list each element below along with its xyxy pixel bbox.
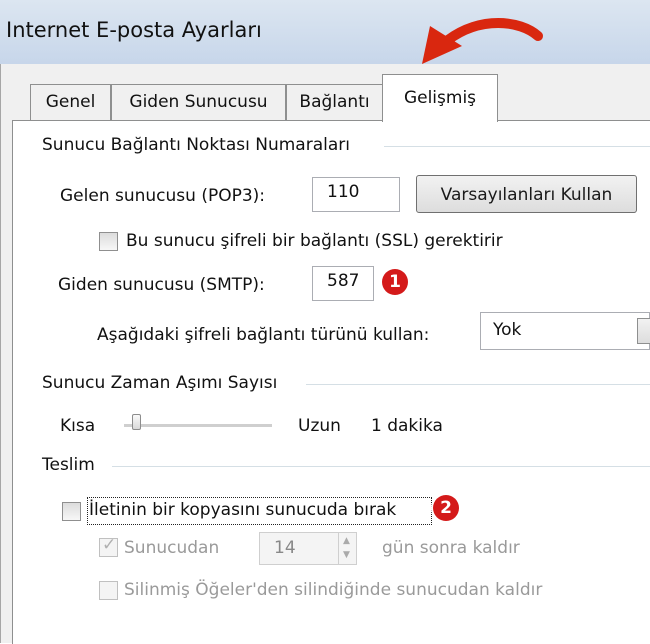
encryption-select[interactable]: Yok [480, 312, 650, 350]
remove-after-prefix: Sunucudan [124, 538, 220, 558]
pointer-arrow-icon [422, 18, 543, 64]
timeout-divider [306, 384, 650, 385]
tab-gelismis[interactable]: Gelişmiş [382, 74, 498, 122]
delivery-divider [112, 466, 650, 467]
encryption-label: Aşağıdaki şifreli bağlantı türünü kullan… [97, 325, 430, 345]
spin-down-icon: ▼ [343, 550, 350, 560]
delivery-group-legend: Teslim [42, 455, 95, 475]
timeout-slider-thumb[interactable] [132, 414, 141, 430]
remove-after-checkbox[interactable]: ✓ [99, 535, 118, 557]
ssl-checkbox[interactable] [99, 232, 118, 251]
pop3-port-input[interactable]: 110 [312, 177, 400, 212]
smtp-label: Giden sunucusu (SMTP): [58, 275, 265, 295]
timeout-short-label: Kısa [60, 416, 96, 436]
tab-giden-sunucusu[interactable]: Giden Sunucusu [111, 84, 286, 120]
tab-baglanti[interactable]: Bağlantı [286, 84, 383, 120]
ssl-checkbox-label: Bu sunucu şifreli bir bağlantı (SSL) ger… [126, 231, 503, 251]
step-badge-2: 2 [433, 495, 459, 521]
timeout-slider-track[interactable] [124, 424, 272, 428]
step-badge-1: 1 [382, 269, 408, 295]
remove-deleted-checkbox[interactable] [99, 581, 118, 600]
remove-deleted-label: Silinmiş Öğeler'den silindiğinde sunucud… [124, 580, 543, 600]
timeout-group-legend: Sunucu Zaman Aşımı Sayısı [42, 373, 278, 393]
ports-divider [384, 146, 650, 147]
days-spinner[interactable]: ▲ ▼ [338, 532, 357, 565]
remove-after-days-input[interactable]: 14 [259, 532, 339, 565]
checkmark-icon: ✓ [102, 535, 117, 555]
smtp-port-input[interactable]: 587 [312, 266, 374, 301]
window-title: Internet E-posta Ayarları [6, 18, 262, 42]
use-defaults-button[interactable]: Varsayılanları Kullan [416, 175, 637, 213]
leave-copy-checkbox[interactable] [62, 502, 81, 521]
encryption-dropdown-button[interactable] [637, 318, 650, 344]
ports-group-legend: Sunucu Bağlantı Noktası Numaraları [42, 135, 350, 155]
timeout-value: 1 dakika [371, 416, 443, 436]
remove-after-suffix: gün sonra kaldır [382, 538, 520, 558]
leave-copy-label: İletinin bir kopyasını sunucuda bırak [89, 500, 397, 520]
title-bar: Internet E-posta Ayarları [0, 0, 650, 64]
spin-up-icon: ▲ [343, 536, 350, 546]
tab-genel[interactable]: Genel [30, 84, 111, 120]
timeout-long-label: Uzun [298, 416, 341, 436]
pop3-label: Gelen sunucusu (POP3): [60, 186, 266, 206]
